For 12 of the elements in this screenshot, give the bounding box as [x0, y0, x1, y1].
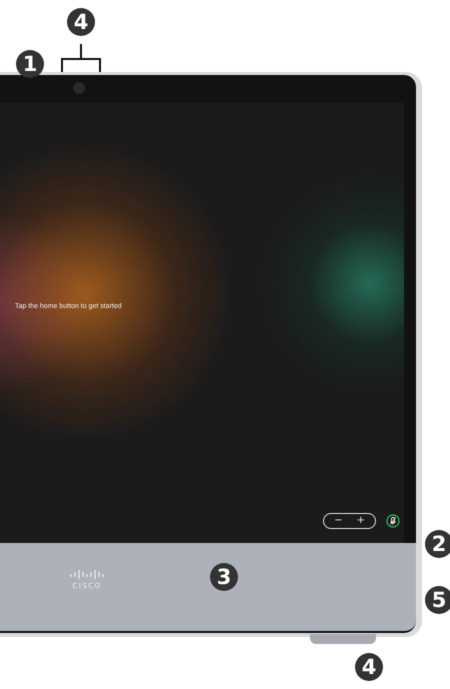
logo-bars-icon [70, 570, 104, 580]
volume-control[interactable]: − + [323, 513, 376, 529]
callout-number: 5 [425, 586, 450, 614]
microphone-icon[interactable] [386, 514, 400, 528]
volume-down-button[interactable]: − [330, 515, 347, 527]
camera-icon [73, 82, 85, 94]
callout-number: 2 [425, 530, 450, 558]
callout-number: 1 [16, 50, 44, 78]
callout-number: 4 [355, 653, 383, 681]
bracket-leader [61, 43, 101, 73]
volume-up-button[interactable]: + [352, 515, 369, 527]
callout-number: 4 [67, 8, 95, 36]
